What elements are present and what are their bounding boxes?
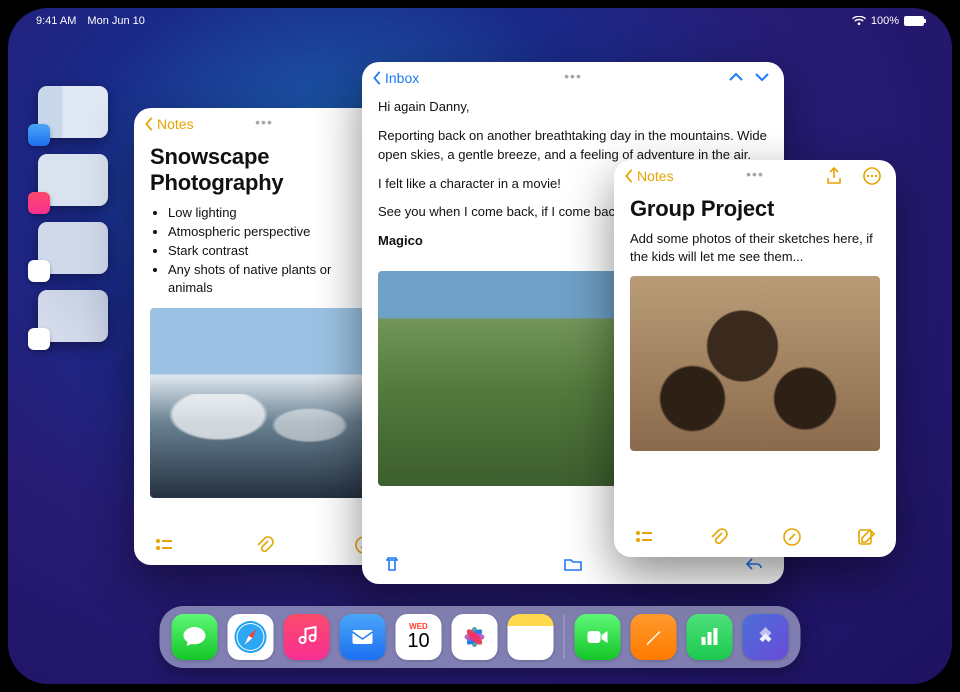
attachment-icon[interactable]	[254, 535, 274, 555]
notes-toolbar	[614, 517, 896, 557]
share-icon[interactable]	[824, 166, 844, 186]
note-image-snowscape	[150, 308, 378, 498]
list-item: Any shots of native plants or animals	[168, 261, 378, 299]
markup-icon[interactable]	[782, 527, 802, 547]
note-body: Add some photos of their sketches here, …	[614, 230, 896, 276]
calendar-day: 10	[407, 631, 429, 651]
note-title: Snowscape Photography	[134, 140, 394, 204]
dock-separator	[564, 615, 565, 659]
notes-window-snowscape[interactable]: ••• Notes Snowscape Photography Low ligh…	[134, 108, 394, 565]
list-item: Stark contrast	[168, 242, 378, 261]
next-message-button[interactable]	[754, 69, 770, 88]
folder-icon[interactable]	[563, 554, 583, 574]
mail-greeting: Hi again Danny,	[378, 98, 768, 117]
music-app-icon[interactable]	[284, 614, 330, 660]
stage-manager-rail	[38, 86, 108, 342]
stage-thumb[interactable]	[38, 222, 108, 274]
stage-thumb[interactable]	[38, 290, 108, 342]
battery-level: 100%	[871, 15, 899, 27]
prev-message-button[interactable]	[728, 69, 744, 88]
facetime-app-icon[interactable]	[575, 614, 621, 660]
attachment-icon[interactable]	[708, 527, 728, 547]
back-button[interactable]: Notes	[624, 168, 674, 184]
back-button[interactable]: Notes	[144, 116, 194, 132]
mail-icon	[28, 124, 50, 146]
photos-icon	[28, 328, 50, 350]
compose-icon[interactable]	[856, 527, 876, 547]
status-date: Mon Jun 10	[87, 15, 144, 27]
trash-icon[interactable]	[382, 554, 402, 574]
notes-toolbar	[134, 525, 394, 565]
status-bar: 9:41 AM Mon Jun 10 100%	[8, 8, 952, 34]
reply-icon[interactable]	[744, 554, 764, 574]
battery-icon	[904, 16, 924, 26]
checklist-icon[interactable]	[154, 535, 174, 555]
wifi-icon	[852, 16, 866, 26]
status-time: 9:41 AM	[36, 15, 76, 27]
pages-app-icon[interactable]	[631, 614, 677, 660]
ipad-screen: 9:41 AM Mon Jun 10 100% •••	[4, 4, 956, 688]
notes-app-icon[interactable]	[508, 614, 554, 660]
checklist-icon[interactable]	[634, 527, 654, 547]
numbers-app-icon[interactable]	[687, 614, 733, 660]
dock: WED 10	[160, 606, 801, 668]
mail-app-icon[interactable]	[340, 614, 386, 660]
note-title: Group Project	[614, 192, 896, 230]
note-bullet-list: Low lighting Atmospheric perspective Sta…	[134, 204, 394, 308]
more-icon[interactable]	[862, 166, 882, 186]
calendar-app-icon[interactable]: WED 10	[396, 614, 442, 660]
messages-app-icon[interactable]	[172, 614, 218, 660]
photos-app-icon[interactable]	[452, 614, 498, 660]
music-icon	[28, 192, 50, 214]
list-item: Low lighting	[168, 204, 378, 223]
note-image-kids	[630, 276, 880, 451]
list-item: Atmospheric perspective	[168, 223, 378, 242]
stage-thumb[interactable]	[38, 154, 108, 206]
notes-window-group-project[interactable]: ••• Notes Group Project Add some photos …	[614, 160, 896, 557]
shortcuts-app-icon[interactable]	[743, 614, 789, 660]
safari-icon	[28, 260, 50, 282]
mail-paragraph: Reporting back on another breathtaking d…	[378, 127, 768, 165]
back-button[interactable]: Inbox	[372, 70, 419, 86]
safari-app-icon[interactable]	[228, 614, 274, 660]
stage-thumb[interactable]	[38, 86, 108, 138]
